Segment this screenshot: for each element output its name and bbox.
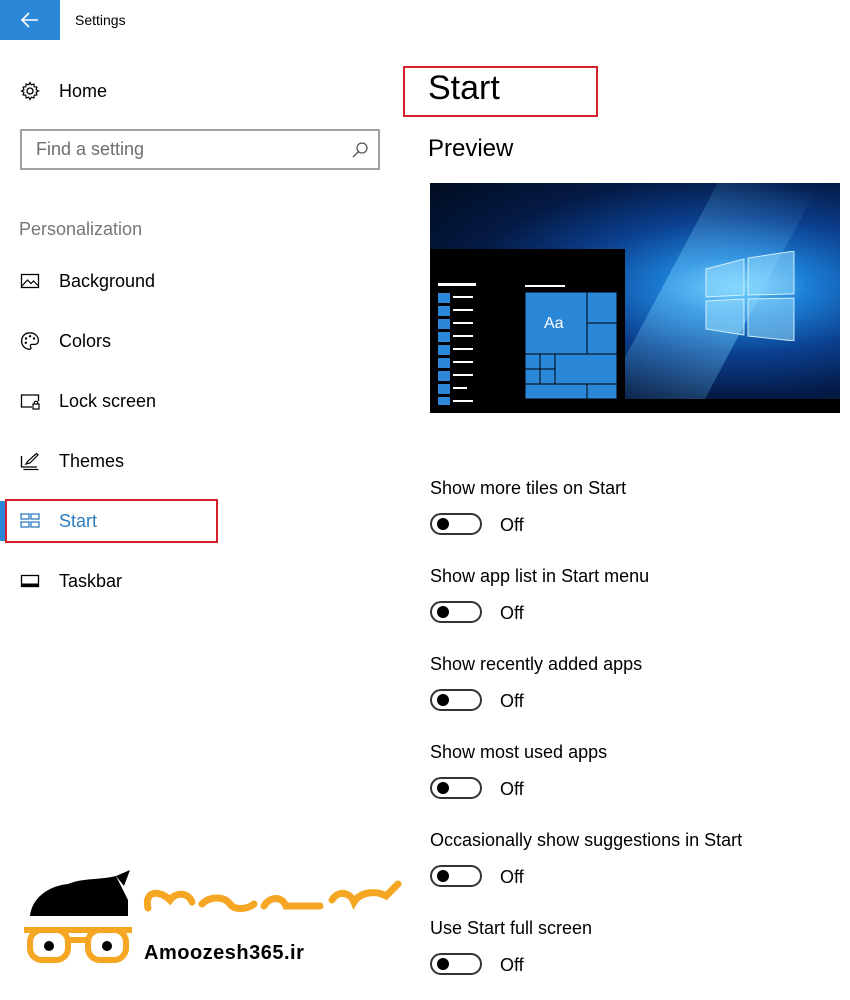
page-title: Start xyxy=(428,69,500,107)
sidebar-item-taskbar[interactable]: Taskbar xyxy=(0,561,380,601)
toggle-state-most-used: Off xyxy=(500,779,524,799)
back-arrow-icon xyxy=(21,12,38,28)
section-heading: Personalization xyxy=(19,219,143,239)
lock-screen-icon xyxy=(20,394,40,410)
sidebar-home[interactable]: Home xyxy=(0,71,380,111)
toggle-knob xyxy=(437,518,449,530)
toggle-full-screen[interactable] xyxy=(430,953,482,975)
back-button[interactable] xyxy=(0,0,60,40)
preview-start-menu: Aa xyxy=(430,249,625,413)
sidebar-item-lock-screen[interactable]: Lock screen xyxy=(0,381,380,421)
palette-icon xyxy=(20,332,40,350)
toggle-state-more-tiles: Off xyxy=(500,515,524,535)
toggle-knob xyxy=(437,870,449,882)
sidebar-item-label: Colors xyxy=(59,330,112,351)
taskbar-icon xyxy=(20,574,40,588)
preview-taskbar xyxy=(625,399,840,413)
toggle-suggestions[interactable] xyxy=(430,865,482,887)
highlight-box-start-nav xyxy=(5,499,218,543)
setting-label-suggestions: Occasionally show suggestions in Start xyxy=(430,830,743,850)
sidebar-item-label: Lock screen xyxy=(59,390,157,411)
watermark-url: Amoozesh365.ir xyxy=(144,942,305,964)
preview-heading: Preview xyxy=(428,135,514,162)
setting-label-more-tiles: Show more tiles on Start xyxy=(430,478,627,498)
sidebar-item-themes[interactable]: Themes xyxy=(0,441,380,481)
window-title: Settings xyxy=(75,12,126,28)
preview-start-menu-art xyxy=(438,283,618,405)
sidebar-item-background[interactable]: Background xyxy=(0,261,380,301)
start-preview: Aa xyxy=(430,183,840,413)
title-bar: Settings xyxy=(0,0,850,40)
sidebar-item-label: Background xyxy=(59,270,156,291)
search-icon[interactable] xyxy=(350,140,370,160)
windows-logo-icon xyxy=(705,251,795,341)
setting-label-full-screen: Use Start full screen xyxy=(430,918,593,938)
home-label: Home xyxy=(59,80,108,101)
toggle-most-used[interactable] xyxy=(430,777,482,799)
preview-tile-text: Aa xyxy=(544,315,564,332)
themes-icon xyxy=(20,452,39,471)
toggle-knob xyxy=(437,958,449,970)
setting-label-most-used: Show most used apps xyxy=(430,742,608,762)
setting-label-app-list: Show app list in Start menu xyxy=(430,566,650,586)
sidebar-item-label: Themes xyxy=(59,450,125,471)
toggle-state-app-list: Off xyxy=(500,603,524,623)
toggle-knob xyxy=(437,606,449,618)
image-icon xyxy=(20,273,40,289)
gear-icon xyxy=(20,81,40,101)
sidebar-item-label: Taskbar xyxy=(59,570,123,591)
setting-label-recently-added: Show recently added apps xyxy=(430,654,643,674)
toggle-state-suggestions: Off xyxy=(500,867,524,887)
toggle-state-recently-added: Off xyxy=(500,691,524,711)
toggle-more-tiles[interactable] xyxy=(430,513,482,535)
search-input[interactable] xyxy=(22,131,346,168)
toggle-app-list[interactable] xyxy=(430,601,482,623)
toggle-knob xyxy=(437,694,449,706)
search-box xyxy=(20,129,380,170)
toggle-state-full-screen: Off xyxy=(500,955,524,975)
toggle-recently-added[interactable] xyxy=(430,689,482,711)
sidebar-item-colors[interactable]: Colors xyxy=(0,321,380,361)
toggle-knob xyxy=(437,782,449,794)
